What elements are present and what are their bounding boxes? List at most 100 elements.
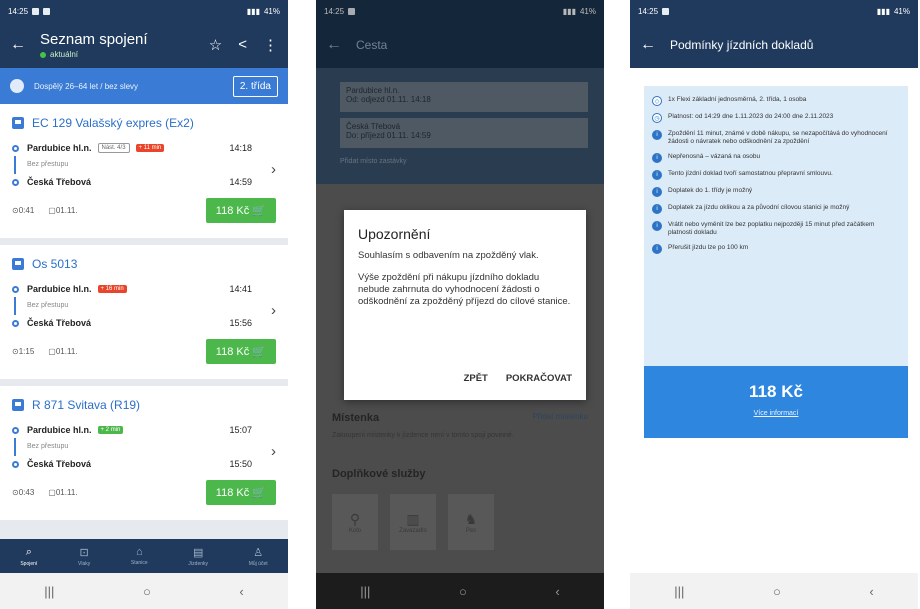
nav-stations[interactable]: ⌂ Stanice: [131, 546, 148, 566]
ticket-type-icon: ◇: [652, 96, 662, 106]
home-icon[interactable]: ○: [773, 584, 781, 599]
connections-screen: 14:25 ▮▮▮ 41% ← Seznam spojení aktuální …: [0, 0, 288, 609]
departure-time: 14:41: [229, 284, 252, 294]
clock-icon: ◷: [652, 113, 662, 123]
back-button[interactable]: ZPĚT: [464, 373, 488, 384]
price-summary: 118 Kč Více informací: [644, 366, 908, 438]
system-navigation-bar: ||| ○ ‹: [0, 573, 288, 609]
back-arrow-icon[interactable]: ←: [640, 36, 670, 54]
chevron-right-icon[interactable]: ›: [271, 302, 276, 319]
ticket-price: 118 Kč: [215, 205, 250, 217]
back-icon[interactable]: ‹: [555, 584, 559, 599]
buy-ticket-button[interactable]: 118 Kč 🛒: [205, 480, 276, 505]
condition-text: Nepřenosná – vázaná na osobu: [668, 153, 761, 160]
nav-connections[interactable]: ⌕ Spojení: [20, 546, 37, 567]
calendar-icon: ▢: [48, 488, 56, 497]
condition-item: i Přerušit jízdu lze po 100 km: [652, 244, 900, 254]
connection-list: EC 129 Valašský expres (Ex2) Pardubice h…: [0, 104, 288, 539]
live-status-icon: [40, 51, 46, 58]
status-bar: 14:25 ▮▮▮ 41%: [630, 0, 918, 22]
home-icon[interactable]: ○: [143, 584, 151, 599]
arrival-time: 14:59: [229, 177, 252, 187]
cart-icon: 🛒: [252, 205, 266, 217]
condition-text: Platnost: od 14:29 dne 1.11.2023 do 24:0…: [668, 113, 834, 120]
connection-card[interactable]: Os 5013 Pardubice hl.n. + 16 min 14:41 B…: [0, 245, 288, 386]
condition-text: 1x Flexi základní jednosměrná, 2. třída,…: [668, 96, 807, 103]
more-menu-icon[interactable]: ⋮: [263, 36, 278, 54]
app-bar: ← Podmínky jízdních dokladů: [630, 22, 918, 68]
page-title: Podmínky jízdních dokladů: [670, 38, 814, 52]
chevron-right-icon[interactable]: ›: [271, 161, 276, 178]
system-navigation-bar: ||| ○ ‹: [316, 573, 604, 609]
ticket-price: 118 Kč: [215, 346, 250, 358]
nav-account[interactable]: ♙ Můj účet: [249, 546, 268, 567]
travel-class-button[interactable]: 2. třída: [232, 75, 278, 97]
battery-level: 41%: [893, 6, 910, 16]
train-icon: [12, 399, 24, 411]
nav-label: Vlaky: [78, 560, 91, 567]
nav-trains[interactable]: ⊡ Vlaky: [78, 546, 90, 567]
transfer-info: Bez přestupu: [27, 443, 69, 450]
signal-icon: ▮▮▮: [246, 6, 260, 16]
nav-label: Jízdenky: [188, 560, 209, 567]
trip-duration: 0:43: [18, 488, 35, 497]
condition-item: i Vrátit nebo vyměnit lze bez poplatku ne…: [652, 221, 900, 237]
conditions-panel: ◇ 1x Flexi základní jednosměrná, 2. třída…: [644, 86, 908, 366]
train-icon: ⊡: [79, 546, 89, 559]
trip-date: 01.11.: [55, 488, 78, 497]
destination-station: Česká Třebová: [27, 177, 92, 187]
origin-station: Pardubice hl.n.: [27, 425, 92, 435]
connection-card[interactable]: EC 129 Valašský expres (Ex2) Pardubice h…: [0, 104, 288, 245]
passenger-filter-bar[interactable]: Dospělý 26–64 let / bez slevy 2. třída: [0, 68, 288, 104]
share-icon[interactable]: <: [238, 36, 247, 54]
page-title: Seznam spojení: [40, 31, 148, 48]
arrival-time: 15:56: [229, 318, 252, 328]
more-info-link[interactable]: Více informací: [644, 410, 908, 417]
back-icon[interactable]: ‹: [239, 584, 243, 599]
person-icon: [10, 79, 24, 93]
warning-dialog: Upozornění Souhlasím s odbavením na zpož…: [344, 210, 586, 400]
trip-date: 01.11.: [55, 347, 78, 356]
clock-icon: ⊙: [12, 347, 19, 356]
info-icon: i: [652, 221, 662, 231]
route-line: [14, 297, 16, 315]
info-icon: i: [652, 244, 662, 254]
calendar-icon: ▢: [48, 347, 56, 356]
transfer-info: Bez přestupu: [27, 161, 69, 168]
condition-text: Vrátit nebo vyměnit lze bez poplatku nej…: [668, 221, 875, 236]
destination-station: Česká Třebová: [27, 459, 92, 469]
ticket-conditions-screen: 14:25 ▮▮▮ 41% ← Podmínky jízdních doklad…: [630, 0, 918, 609]
condition-item: i Zpoždění 11 minut, známé v době nákupu,…: [652, 130, 900, 146]
clock-icon: ⊙: [12, 206, 19, 215]
cart-icon: 🛒: [252, 487, 266, 499]
home-icon[interactable]: ○: [459, 584, 467, 599]
delay-badge: + 16 min: [97, 285, 127, 293]
back-arrow-icon[interactable]: ←: [10, 36, 40, 54]
recent-apps-icon[interactable]: |||: [44, 584, 54, 599]
nav-label: Stanice: [130, 560, 148, 566]
status-label: aktuální: [50, 50, 79, 59]
back-icon[interactable]: ‹: [869, 584, 873, 599]
recent-apps-icon[interactable]: |||: [360, 584, 370, 599]
info-icon: i: [652, 204, 662, 214]
recent-apps-icon[interactable]: |||: [674, 584, 684, 599]
train-icon: [12, 117, 24, 129]
nav-tickets[interactable]: ▤ Jízdenky: [188, 546, 208, 567]
buy-ticket-button[interactable]: 118 Kč 🛒: [205, 339, 276, 364]
destination-dot-icon: [12, 460, 19, 468]
buy-ticket-button[interactable]: 118 Kč 🛒: [205, 198, 276, 223]
platform-badge: Nást. 4/3: [97, 143, 130, 153]
connection-card[interactable]: R 871 Svitava (R19) Pardubice hl.n. + 2 …: [0, 386, 288, 527]
condition-item: ◇ 1x Flexi základní jednosměrná, 2. třída…: [652, 96, 900, 106]
destination-dot-icon: [12, 319, 19, 327]
ticket-icon: ▤: [192, 546, 204, 559]
continue-button[interactable]: POKRAČOVAT: [506, 373, 572, 384]
chevron-right-icon[interactable]: ›: [271, 443, 276, 460]
nav-label: Spojení: [20, 560, 38, 567]
condition-text: Zpoždění 11 minut, známé v době nákupu, …: [668, 130, 888, 145]
condition-text: Tento jízdní doklad tvoří samostatnou př…: [668, 170, 833, 177]
arrival-time: 15:50: [229, 459, 252, 469]
star-icon[interactable]: ☆: [209, 36, 222, 54]
nav-label: Můj účet: [248, 560, 268, 567]
condition-text: Přerušit jízdu lze po 100 km: [668, 244, 749, 251]
